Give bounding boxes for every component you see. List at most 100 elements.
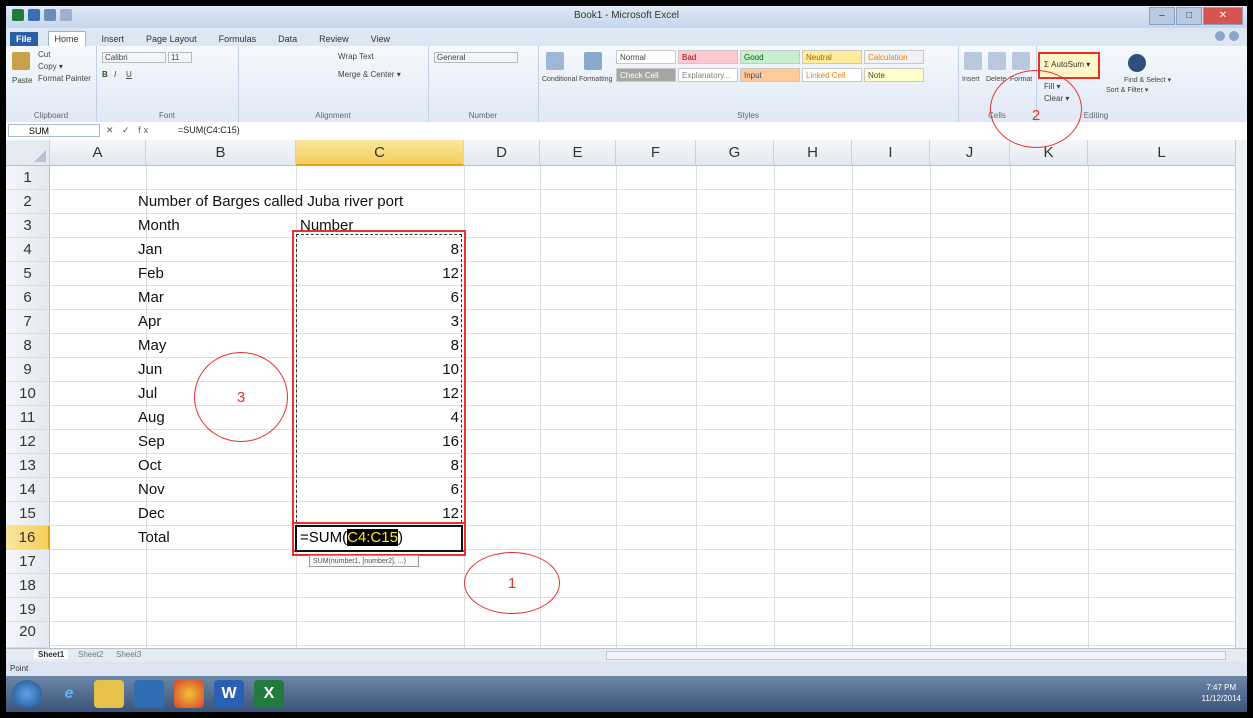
bold-button[interactable]: B bbox=[102, 70, 108, 79]
row-header[interactable]: 13 bbox=[6, 454, 50, 478]
tab-review[interactable]: Review bbox=[313, 32, 355, 46]
tab-home[interactable]: Home bbox=[47, 31, 86, 46]
find-select-button[interactable]: Find & Select ▾ bbox=[1124, 76, 1171, 84]
total-label-cell[interactable]: Total bbox=[138, 526, 170, 550]
row-header[interactable]: 19 bbox=[6, 598, 50, 622]
row-header[interactable]: 2 bbox=[6, 190, 50, 214]
month-cell[interactable]: Sep bbox=[138, 430, 165, 454]
maximize-button[interactable]: □ bbox=[1176, 7, 1202, 25]
close-button[interactable]: ✕ bbox=[1203, 7, 1243, 25]
function-tooltip[interactable]: SUM(number1, [number2], ...) bbox=[309, 555, 419, 567]
help-icon[interactable] bbox=[1229, 31, 1239, 41]
sheet-tab-2[interactable]: Sheet2 bbox=[78, 650, 103, 659]
tab-view[interactable]: View bbox=[365, 32, 396, 46]
month-cell[interactable]: Oct bbox=[138, 454, 161, 478]
sort-filter-button[interactable]: Sort & Filter ▾ bbox=[1106, 86, 1148, 94]
conditional-formatting-icon[interactable] bbox=[546, 52, 564, 70]
number-format-select[interactable]: General bbox=[434, 52, 518, 63]
underline-button[interactable]: U bbox=[126, 70, 132, 79]
sheet-tab-3[interactable]: Sheet3 bbox=[116, 650, 141, 659]
select-all-corner[interactable] bbox=[6, 140, 50, 166]
month-cell[interactable]: Jul bbox=[138, 382, 157, 406]
media-player-icon[interactable] bbox=[134, 680, 164, 708]
row-header[interactable]: 14 bbox=[6, 478, 50, 502]
row-header[interactable]: 4 bbox=[6, 238, 50, 262]
excel-taskbar-icon[interactable]: X bbox=[254, 680, 284, 708]
month-cell[interactable]: Dec bbox=[138, 502, 165, 526]
header-month-cell[interactable]: Month bbox=[138, 214, 180, 238]
style-input[interactable]: Input bbox=[740, 68, 800, 82]
month-cell[interactable]: Aug bbox=[138, 406, 165, 430]
format-as-table-icon[interactable] bbox=[584, 52, 602, 70]
insert-icon[interactable] bbox=[964, 52, 982, 70]
tab-formulas[interactable]: Formulas bbox=[213, 32, 263, 46]
style-explanatory[interactable]: Explanatory... bbox=[678, 68, 738, 82]
minimize-button[interactable]: – bbox=[1149, 7, 1175, 25]
name-box[interactable]: SUM bbox=[8, 124, 100, 137]
row-header[interactable]: 10 bbox=[6, 382, 50, 406]
row-header[interactable]: 11 bbox=[6, 406, 50, 430]
paste-icon[interactable] bbox=[12, 52, 30, 70]
row-header[interactable]: 3 bbox=[6, 214, 50, 238]
tab-data[interactable]: Data bbox=[272, 32, 303, 46]
column-header-b[interactable]: B bbox=[146, 140, 296, 166]
style-check-cell[interactable]: Check Cell bbox=[616, 68, 676, 82]
style-neutral[interactable]: Neutral bbox=[802, 50, 862, 64]
minimize-ribbon-icon[interactable] bbox=[1215, 31, 1225, 41]
tab-insert[interactable]: Insert bbox=[96, 32, 131, 46]
style-normal[interactable]: Normal bbox=[616, 50, 676, 64]
chrome-icon[interactable] bbox=[174, 680, 204, 708]
row-header[interactable]: 18 bbox=[6, 574, 50, 598]
italic-button[interactable]: I bbox=[114, 70, 116, 79]
month-cell[interactable]: Jun bbox=[138, 358, 162, 382]
month-cell[interactable]: Feb bbox=[138, 262, 164, 286]
system-clock[interactable]: 7:47 PM 11/12/2014 bbox=[1202, 682, 1241, 704]
merge-center-button[interactable]: Merge & Center ▾ bbox=[338, 70, 401, 79]
style-note[interactable]: Note bbox=[864, 68, 924, 82]
conditional-formatting-button[interactable]: Conditional Formatting bbox=[542, 76, 612, 83]
column-header-f[interactable]: F bbox=[616, 140, 696, 166]
row-header[interactable]: 7 bbox=[6, 310, 50, 334]
row-header[interactable]: 9 bbox=[6, 358, 50, 382]
column-header-j[interactable]: J bbox=[930, 140, 1010, 166]
row-header[interactable]: 17 bbox=[6, 550, 50, 574]
column-header-a[interactable]: A bbox=[50, 140, 146, 166]
font-name-select[interactable]: Calibri bbox=[102, 52, 166, 63]
format-painter-button[interactable]: Format Painter bbox=[38, 74, 91, 83]
column-header-g[interactable]: G bbox=[696, 140, 774, 166]
style-good[interactable]: Good bbox=[740, 50, 800, 64]
month-cell[interactable]: Jan bbox=[138, 238, 162, 262]
month-cell[interactable]: May bbox=[138, 334, 166, 358]
row-header[interactable]: 1 bbox=[6, 166, 50, 190]
sheet-tab-1[interactable]: Sheet1 bbox=[34, 650, 69, 659]
horizontal-scrollbar[interactable] bbox=[606, 651, 1226, 660]
cut-button[interactable]: Cut bbox=[38, 50, 50, 59]
delete-icon[interactable] bbox=[988, 52, 1006, 70]
row-header[interactable]: 16 bbox=[6, 526, 50, 550]
paste-button[interactable]: Paste bbox=[12, 76, 32, 85]
copy-button[interactable]: Copy ▾ bbox=[38, 62, 63, 71]
file-explorer-icon[interactable] bbox=[94, 680, 124, 708]
font-size-select[interactable]: 11 bbox=[168, 52, 192, 63]
tab-page-layout[interactable]: Page Layout bbox=[140, 32, 203, 46]
column-header-i[interactable]: I bbox=[852, 140, 930, 166]
format-icon[interactable] bbox=[1012, 52, 1030, 70]
sheet-title-cell[interactable]: Number of Barges called Juba river port bbox=[138, 190, 403, 214]
style-bad[interactable]: Bad bbox=[678, 50, 738, 64]
formula-buttons[interactable]: ✕ ✓ fx bbox=[106, 125, 151, 136]
column-header-d[interactable]: D bbox=[464, 140, 540, 166]
word-icon[interactable]: W bbox=[214, 680, 244, 708]
month-cell[interactable]: Nov bbox=[138, 478, 165, 502]
wrap-text-button[interactable]: Wrap Text bbox=[338, 52, 374, 61]
row-header[interactable]: 5 bbox=[6, 262, 50, 286]
row-header[interactable]: 8 bbox=[6, 334, 50, 358]
formula-input[interactable]: =SUM(C4:C15) bbox=[178, 125, 240, 135]
vertical-scrollbar[interactable] bbox=[1235, 140, 1247, 648]
column-header-c[interactable]: C bbox=[296, 140, 464, 166]
style-calculation[interactable]: Calculation bbox=[864, 50, 924, 64]
find-binoculars-icon[interactable] bbox=[1128, 54, 1146, 72]
internet-explorer-icon[interactable]: e bbox=[54, 680, 84, 708]
row-header[interactable]: 12 bbox=[6, 430, 50, 454]
row-header[interactable]: 15 bbox=[6, 502, 50, 526]
insert-button[interactable]: Insert bbox=[962, 76, 980, 83]
